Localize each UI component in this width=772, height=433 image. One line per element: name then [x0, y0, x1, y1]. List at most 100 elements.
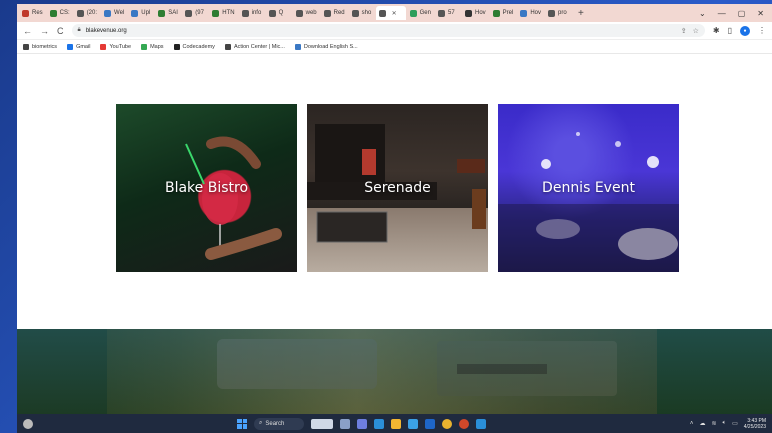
bookmark-item[interactable]: Maps [141, 43, 164, 50]
os-taskbar: ⌕ Search ˄ ☁︎ ≋ 🔈︎ ▭ 3:43 PM 4/25/2023 [17, 414, 772, 433]
browser-tab[interactable]: Res [19, 6, 46, 20]
browser-tab[interactable]: SAI [155, 6, 181, 20]
browser-tab[interactable]: pro [545, 6, 571, 20]
tab-label: Hov [474, 10, 486, 16]
clock-date: 4/25/2023 [743, 423, 766, 430]
taskbar-clock[interactable]: 3:43 PM 4/25/2023 [744, 418, 766, 430]
browser-tab[interactable]: Wel [101, 6, 127, 20]
browser-tab[interactable]: Hov [462, 6, 489, 20]
url-text: blakevenue.org [85, 27, 127, 34]
edge-icon[interactable] [374, 418, 384, 429]
browser-tab[interactable]: HTN [209, 6, 237, 20]
browser-tab[interactable]: CS: [47, 6, 73, 20]
bookmark-item[interactable]: Gmail [67, 43, 90, 50]
address-bar[interactable]: 🔒︎ blakevenue.org ⇪ ☆ [71, 24, 705, 37]
tab-favicon-icon [409, 9, 417, 17]
cloud-icon[interactable]: ☁︎ [699, 420, 705, 427]
bookmark-item[interactable]: Action Center | Mic... [224, 43, 285, 50]
tab-label: Hov [530, 10, 541, 16]
venue-card-dennis-event[interactable]: Dennis Event [498, 104, 679, 272]
taskbar-search[interactable]: ⌕ Search [254, 417, 304, 430]
tab-search-icon[interactable]: ⌄ [699, 9, 706, 18]
forward-icon[interactable]: → [40, 26, 49, 36]
minimize-icon[interactable]: — [718, 9, 726, 18]
bookmark-label: Download English S... [303, 43, 358, 50]
tab-close-icon[interactable]: ✕ [392, 10, 397, 17]
tab-label: Wel [114, 10, 125, 16]
chrome-icon[interactable] [442, 418, 452, 429]
tab-favicon-icon [492, 9, 500, 17]
venue-card-serenade[interactable]: Serenade [307, 104, 488, 272]
new-tab-button[interactable]: + [572, 8, 590, 19]
browser-tab[interactable]: (97 [182, 6, 208, 20]
battery-icon[interactable]: ▭ [732, 420, 738, 427]
back-icon[interactable]: ← [23, 26, 32, 36]
tab-label: Res [32, 10, 43, 16]
browser-tab[interactable]: (20: [74, 6, 100, 20]
tab-label: SAI [168, 10, 178, 16]
browser-tab[interactable]: Gen [407, 6, 434, 20]
close-icon[interactable]: ✕ [757, 9, 764, 18]
bookmark-item[interactable]: biometrics [23, 43, 57, 50]
volume-icon[interactable]: 🔈︎ [722, 420, 726, 427]
browser-tab[interactable]: web [293, 6, 320, 20]
share-icon[interactable]: ⇪ [681, 27, 687, 35]
profile-avatar[interactable]: ● [740, 25, 750, 36]
bookmark-favicon-icon [294, 43, 301, 50]
vscode-icon[interactable] [476, 418, 486, 429]
browser-tab[interactable]: sho [349, 6, 375, 20]
tab-favicon-icon [268, 9, 276, 17]
tab-favicon-icon [437, 9, 445, 17]
tab-favicon-icon [520, 9, 528, 17]
windows-start-icon[interactable] [237, 418, 247, 429]
browser-tab[interactable]: info [239, 6, 265, 20]
tab-label: sho [361, 10, 372, 16]
web-page: Blake Bistro Serenade Dennis Event [17, 54, 772, 414]
tab-label: Q [278, 10, 284, 16]
extension-icon[interactable]: ✱ [713, 26, 720, 35]
browser-tab[interactable]: Q [266, 6, 292, 20]
weather-icon[interactable] [23, 418, 33, 429]
tab-favicon-icon [351, 9, 359, 17]
bookmark-item[interactable]: Codecademy [173, 43, 215, 50]
reload-icon[interactable]: C [57, 26, 64, 36]
store-icon[interactable] [408, 418, 418, 429]
task-view-icon[interactable] [340, 418, 350, 429]
file-explorer-icon[interactable] [391, 418, 401, 429]
chevron-up-icon[interactable]: ˄ [690, 421, 694, 427]
tab-strip: Res CS: (20: Wel Upl SAI (97 HTN info Qweb Red sho ✕… [17, 4, 772, 22]
tab-favicon-icon [104, 9, 112, 17]
mail-icon[interactable] [425, 418, 435, 429]
wifi-icon[interactable]: ≋ [711, 420, 716, 427]
search-icon: ⌕ [259, 420, 263, 426]
tab-favicon-icon [241, 9, 249, 17]
venue-name: Dennis Event [542, 180, 635, 196]
widgets-icon[interactable] [311, 418, 333, 429]
bookmark-item[interactable]: Download English S... [294, 43, 358, 50]
browser-tab[interactable]: Prel [490, 6, 517, 20]
hero-banner-image [17, 329, 772, 414]
search-label: Search [265, 420, 285, 427]
browser-tab[interactable]: ✕ [375, 6, 406, 20]
sidepanel-icon[interactable]: ▯ [728, 26, 732, 35]
tab-favicon-icon [548, 9, 555, 17]
tab-favicon-icon [212, 9, 220, 17]
tab-favicon-icon [185, 9, 193, 17]
bookmark-star-icon[interactable]: ☆ [693, 27, 699, 35]
tab-favicon-icon [131, 9, 139, 17]
tab-label: (97 [195, 10, 204, 16]
venue-card-blake-bistro[interactable]: Blake Bistro [116, 104, 297, 272]
menu-kebab-icon[interactable]: ⋮ [758, 26, 766, 35]
browser-tab[interactable]: Hov [517, 6, 544, 20]
bookmark-label: Action Center | Mic... [233, 43, 285, 50]
teams-icon[interactable] [357, 418, 367, 429]
browser-tab[interactable]: Upl [128, 6, 154, 20]
browser-tab[interactable]: Red [321, 6, 348, 20]
browser-tab[interactable]: 57 [435, 6, 461, 20]
tab-label: Prel [502, 10, 514, 16]
maximize-icon[interactable]: ▢ [738, 9, 746, 18]
bookmark-item[interactable]: YouTube [100, 43, 131, 50]
app-icon[interactable] [459, 418, 469, 429]
system-tray: ˄ ☁︎ ≋ 🔈︎ ▭ 3:43 PM 4/25/2023 [690, 418, 766, 430]
tab-label: (20: [86, 10, 98, 16]
